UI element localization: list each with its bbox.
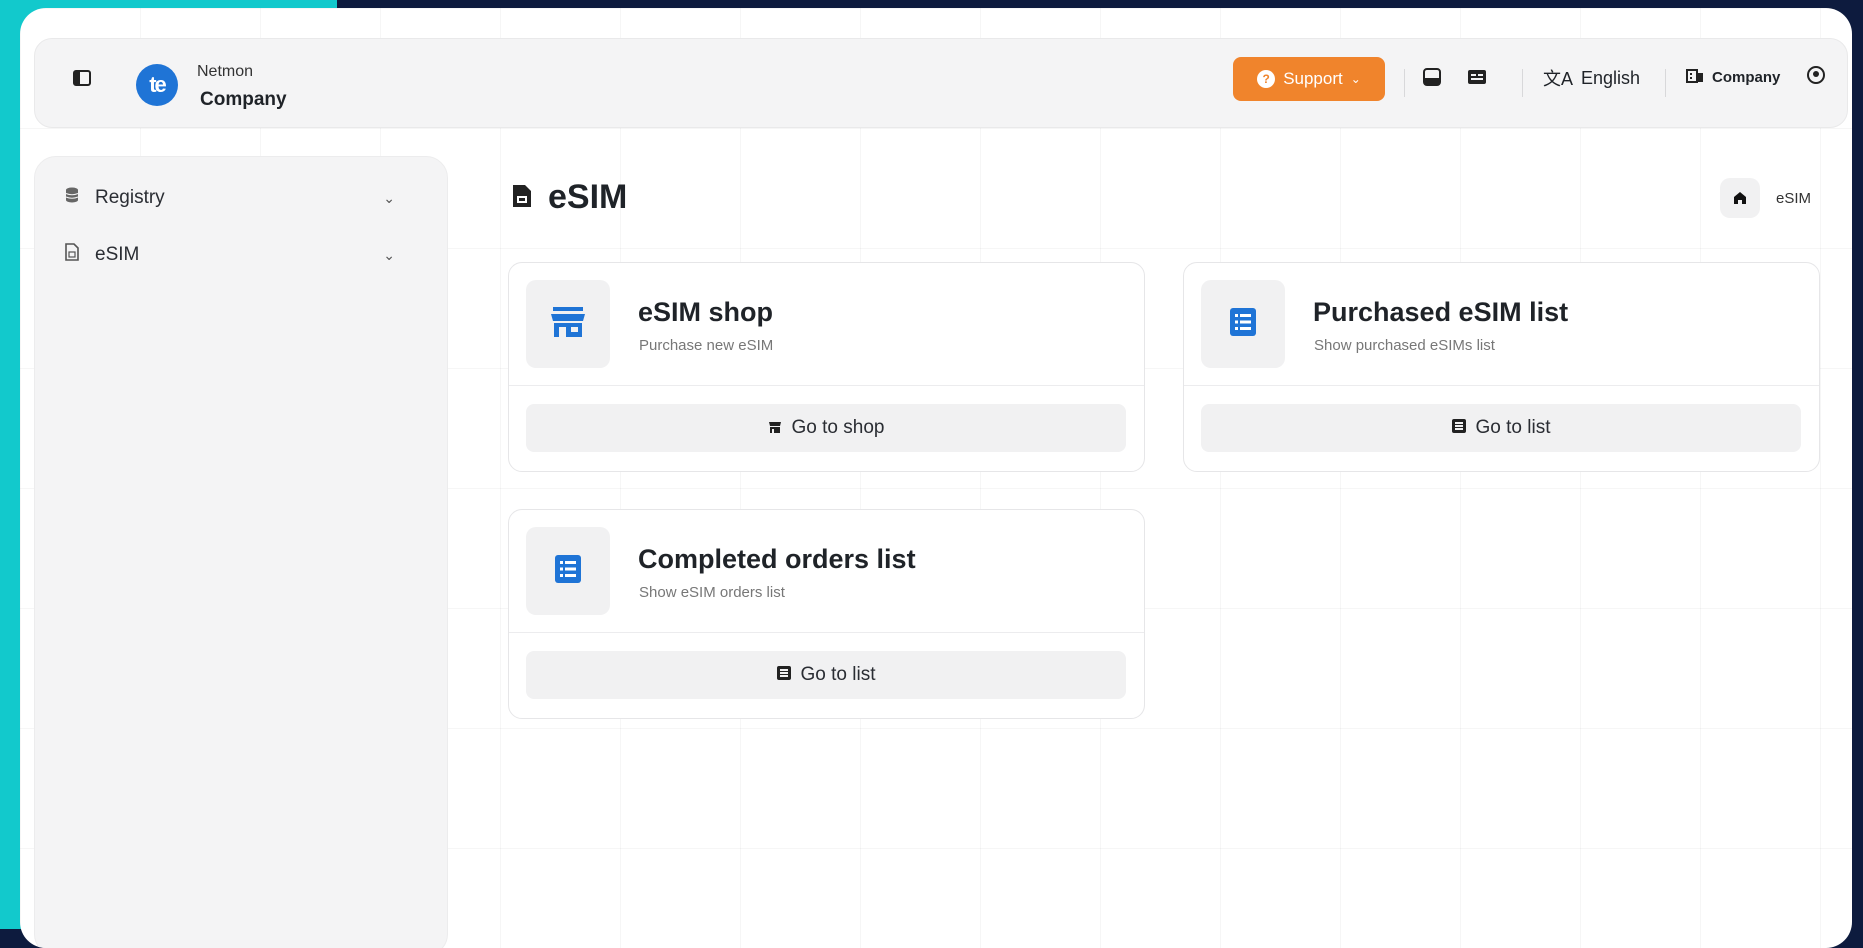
go-to-shop-button[interactable]: Go to shop bbox=[526, 404, 1126, 452]
sim-card-icon bbox=[512, 178, 532, 217]
card-purchased-esim-list: Purchased eSIM list Show purchased eSIMs… bbox=[1183, 262, 1820, 472]
sidebar-toggle-icon[interactable] bbox=[73, 70, 91, 86]
divider bbox=[509, 632, 1144, 633]
divider bbox=[1184, 385, 1819, 386]
company-label: Company bbox=[1712, 68, 1781, 86]
card-icon-box bbox=[1201, 280, 1285, 368]
breadcrumb-current: eSIM bbox=[1776, 189, 1812, 207]
divider bbox=[1404, 69, 1405, 97]
chevron-down-icon: ⌄ bbox=[383, 189, 395, 206]
divider bbox=[509, 385, 1144, 386]
chevron-down-icon: ⌄ bbox=[383, 246, 395, 263]
button-label: Go to list bbox=[1475, 417, 1551, 438]
page-title: eSIM bbox=[512, 178, 627, 217]
card-subtitle: Show purchased eSIMs list bbox=[1314, 337, 1495, 354]
list-icon bbox=[776, 664, 791, 686]
card-completed-orders-list: Completed orders list Show eSIM orders l… bbox=[508, 509, 1145, 719]
button-label: Go to list bbox=[800, 664, 876, 685]
inbox-icon[interactable] bbox=[1423, 68, 1441, 86]
breadcrumb: eSIM bbox=[1720, 178, 1811, 218]
card-subtitle: Show eSIM orders list bbox=[639, 584, 785, 601]
list-icon bbox=[1229, 307, 1257, 342]
button-label: Go to shop bbox=[791, 417, 885, 438]
sidebar-item-label: Registry bbox=[95, 187, 165, 208]
go-to-list-button[interactable]: Go to list bbox=[1201, 404, 1801, 452]
brand-subtitle: Netmon bbox=[197, 63, 254, 80]
language-label: English bbox=[1581, 67, 1641, 88]
user-account-icon[interactable] bbox=[1807, 66, 1825, 84]
store-icon bbox=[550, 306, 586, 343]
list-icon bbox=[554, 554, 582, 589]
home-icon[interactable] bbox=[1720, 178, 1760, 218]
card-esim-shop: eSIM shop Purchase new eSIM Go to shop bbox=[508, 262, 1145, 472]
translate-icon: 文A bbox=[1543, 69, 1574, 89]
divider bbox=[1665, 69, 1666, 97]
logo: te bbox=[136, 64, 178, 106]
go-to-list-button[interactable]: Go to list bbox=[526, 651, 1126, 699]
sidebar: Registry ⌄ eSIM ⌄ bbox=[34, 156, 448, 948]
help-icon: ? bbox=[1257, 70, 1276, 88]
card-title: eSIM shop bbox=[638, 297, 774, 327]
company-selector[interactable]: Company bbox=[1686, 67, 1780, 87]
top-bar: te Netmon Company ? Support ⌄ 文A English… bbox=[34, 38, 1848, 128]
brand-company-name: Company bbox=[200, 89, 287, 110]
database-icon bbox=[65, 187, 79, 209]
app-window: te Netmon Company ? Support ⌄ 文A English… bbox=[20, 8, 1852, 948]
building-icon bbox=[1686, 67, 1704, 87]
card-title: Purchased eSIM list bbox=[1313, 297, 1569, 327]
language-selector[interactable]: 文A English bbox=[1543, 65, 1640, 91]
sim-card-icon bbox=[65, 243, 79, 267]
store-icon bbox=[768, 417, 782, 439]
card-title: Completed orders list bbox=[638, 544, 916, 574]
sidebar-item-label: eSIM bbox=[95, 244, 140, 265]
divider bbox=[1522, 69, 1523, 97]
chevron-down-icon: ⌄ bbox=[1350, 72, 1361, 86]
card-icon-box bbox=[526, 280, 610, 368]
card-icon-box bbox=[526, 527, 610, 615]
support-button[interactable]: ? Support ⌄ bbox=[1233, 57, 1385, 101]
card-subtitle: Purchase new eSIM bbox=[639, 337, 774, 354]
sidebar-item-registry[interactable]: Registry ⌄ bbox=[65, 187, 395, 209]
page-title-text: eSIM bbox=[548, 178, 628, 216]
list-icon bbox=[1451, 417, 1466, 439]
sidebar-item-esim[interactable]: eSIM ⌄ bbox=[65, 243, 395, 267]
support-label: Support bbox=[1283, 69, 1343, 88]
id-card-icon[interactable] bbox=[1467, 69, 1487, 85]
